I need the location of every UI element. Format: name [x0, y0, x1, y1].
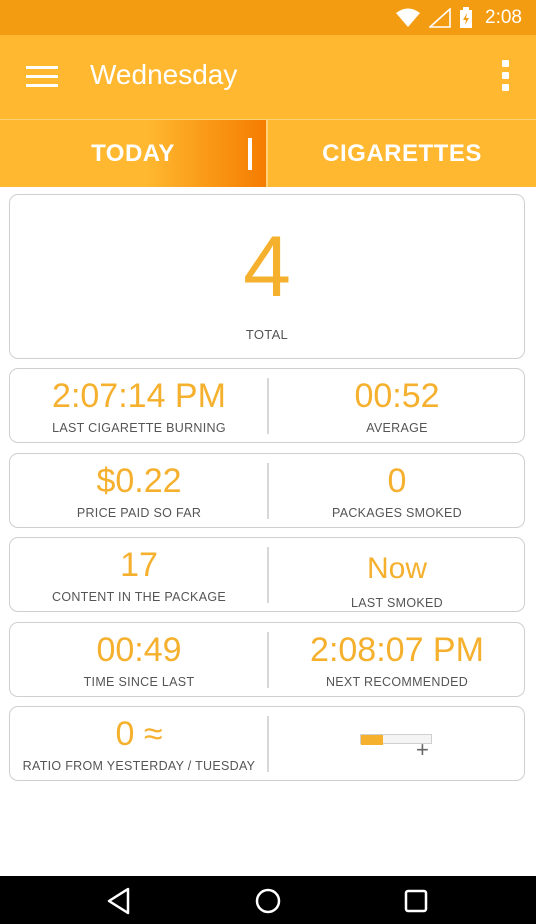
package-content-cell[interactable]: 17 CONTENT IN THE PACKAGE: [10, 538, 268, 613]
wifi-icon: [396, 8, 421, 27]
home-icon[interactable]: [253, 886, 283, 916]
next-recommended-value: 2:08:07 PM: [310, 631, 484, 669]
status-icons: 2:08: [395, 5, 522, 30]
stat-row-3: 17 CONTENT IN THE PACKAGE Now LAST SMOKE…: [9, 537, 525, 612]
stat-row-4: 00:49 TIME SINCE LAST 2:08:07 PM NEXT RE…: [9, 622, 525, 697]
time-since-last-value: 00:49: [96, 631, 182, 669]
total-label: TOTAL: [245, 327, 289, 342]
navigation-bar: [0, 876, 536, 924]
packages-smoked-value: 0: [387, 462, 407, 500]
time-since-last-cell[interactable]: 00:49 TIME SINCE LAST: [10, 623, 268, 698]
next-recommended-label: NEXT RECOMMENDED: [325, 675, 469, 689]
stat-row-1: 2:07:14 PM LAST CIGARETTE BURNING 00:52 …: [9, 368, 525, 443]
tab-cigarettes[interactable]: CIGARETTES: [268, 120, 536, 187]
more-vert-icon[interactable]: [502, 60, 510, 92]
app-bar: Wednesday: [0, 35, 536, 119]
last-cigarette-cell[interactable]: 2:07:14 PM LAST CIGARETTE BURNING: [10, 369, 268, 444]
tab-today[interactable]: TODAY: [0, 120, 266, 187]
menu-icon[interactable]: [26, 66, 58, 88]
last-smoked-value: Now: [366, 552, 427, 585]
ratio-progress: +: [360, 734, 432, 761]
last-cigarette-label: LAST CIGARETTE BURNING: [52, 421, 226, 435]
package-content-label: CONTENT IN THE PACKAGE: [52, 590, 226, 604]
tab-today-label: TODAY: [91, 139, 175, 167]
time-since-last-label: TIME SINCE LAST: [83, 675, 195, 689]
last-smoked-cell[interactable]: Now LAST SMOKED: [268, 538, 526, 613]
progress-fill: [361, 735, 384, 745]
status-bar: 2:08: [0, 0, 536, 35]
price-paid-label: PRICE PAID SO FAR: [76, 506, 202, 520]
package-content-value: 17: [120, 546, 158, 584]
recents-icon[interactable]: [401, 886, 431, 916]
tab-cigarettes-label: CIGARETTES: [322, 139, 482, 167]
ratio-value: 0 ≈: [115, 715, 163, 753]
last-cigarette-value: 2:07:14 PM: [52, 377, 226, 415]
stat-row-2: $0.22 PRICE PAID SO FAR 0 PACKAGES SMOKE…: [9, 453, 525, 528]
price-paid-value: $0.22: [96, 462, 182, 500]
tab-indicator: [248, 138, 252, 170]
stat-row-5: 0 ≈ RATIO FROM YESTERDAY / TUESDAY +: [9, 706, 525, 781]
ratio-progress-cell[interactable]: +: [268, 707, 526, 782]
back-icon[interactable]: [104, 886, 134, 916]
total-value: 4: [243, 219, 291, 315]
last-smoked-label: LAST SMOKED: [351, 596, 443, 610]
ratio-label: RATIO FROM YESTERDAY / TUESDAY: [22, 759, 256, 773]
average-value: 00:52: [354, 377, 440, 415]
tab-bar: TODAY CIGARETTES: [0, 119, 536, 187]
plus-icon[interactable]: +: [416, 739, 429, 761]
packages-smoked-label: PACKAGES SMOKED: [332, 506, 462, 520]
average-cell[interactable]: 00:52 AVERAGE: [268, 369, 526, 444]
packages-smoked-cell[interactable]: 0 PACKAGES SMOKED: [268, 454, 526, 529]
ratio-cell[interactable]: 0 ≈ RATIO FROM YESTERDAY / TUESDAY: [10, 707, 268, 782]
price-paid-cell[interactable]: $0.22 PRICE PAID SO FAR: [10, 454, 268, 529]
total-card[interactable]: 4 TOTAL: [9, 194, 525, 359]
signal-icon: [429, 7, 451, 28]
status-time: 2:08: [485, 6, 522, 28]
battery-charging-icon: [460, 6, 473, 28]
next-recommended-cell[interactable]: 2:08:07 PM NEXT RECOMMENDED: [268, 623, 526, 698]
average-label: AVERAGE: [366, 421, 428, 435]
app-title: Wednesday: [90, 59, 238, 90]
